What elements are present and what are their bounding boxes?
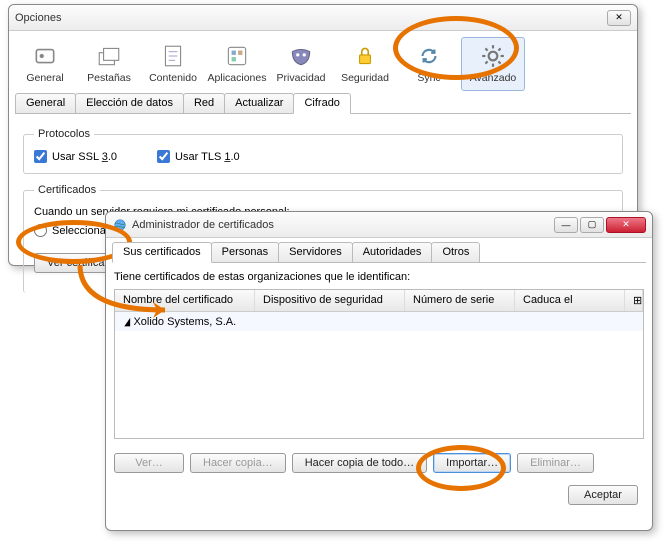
protocols-fieldset: Protocolos Usar SSL 3.0 Usar TLS 1.0 xyxy=(23,128,623,174)
toolbar-sync[interactable]: Sync xyxy=(397,37,461,91)
row-org-name: Xolido Systems, S.A. xyxy=(133,316,236,328)
toolbar-privacidad-label: Privacidad xyxy=(270,72,332,84)
checkbox-ssl-input[interactable] xyxy=(34,150,47,163)
subtab-red[interactable]: Red xyxy=(183,93,225,113)
subtab-actualizar[interactable]: Actualizar xyxy=(224,93,294,113)
switch-icon xyxy=(14,42,76,70)
toolbar-sync-label: Sync xyxy=(398,72,460,84)
accept-button[interactable]: Aceptar xyxy=(568,485,638,505)
col-name[interactable]: Nombre del certificado xyxy=(115,290,255,311)
tab-personas[interactable]: Personas xyxy=(211,242,279,262)
options-toolbar: General Pestañas Contenido Aplicaciones … xyxy=(9,31,637,91)
sync-icon xyxy=(398,42,460,70)
toolbar-avanzado-label: Avanzado xyxy=(462,72,524,84)
gear-icon xyxy=(462,42,524,70)
col-expires[interactable]: Caduca el xyxy=(515,290,625,311)
toolbar-pestanas[interactable]: Pestañas xyxy=(77,37,141,91)
toolbar-aplicaciones[interactable]: Aplicaciones xyxy=(205,37,269,91)
backup-button[interactable]: Hacer copia… xyxy=(190,453,286,473)
toolbar-seguridad-label: Seguridad xyxy=(334,72,396,84)
checkbox-tls-input[interactable] xyxy=(157,150,170,163)
tab-autoridades[interactable]: Autoridades xyxy=(352,242,433,262)
subtab-eleccion-datos[interactable]: Elección de datos xyxy=(75,93,184,113)
cert-manager-titlebar: Administrador de certificados — ▢ ✕ xyxy=(106,212,652,238)
subtab-general[interactable]: General xyxy=(15,93,76,113)
checkbox-ssl[interactable]: Usar SSL 3.0 xyxy=(34,150,117,163)
subtab-cifrado[interactable]: Cifrado xyxy=(293,93,350,114)
cert-footer: Aceptar xyxy=(106,473,652,517)
mask-icon xyxy=(270,42,332,70)
options-titlebar: Opciones ✕ xyxy=(9,5,637,31)
close-icon[interactable]: ✕ xyxy=(607,10,631,26)
options-title: Opciones xyxy=(15,12,605,24)
checkbox-tls[interactable]: Usar TLS 1.0 xyxy=(157,150,240,163)
toolbar-general[interactable]: General xyxy=(13,37,77,91)
cert-manager-window: Administrador de certificados — ▢ ✕ Sus … xyxy=(105,211,653,531)
maximize-icon[interactable]: ▢ xyxy=(580,217,604,233)
import-button[interactable]: Importar… xyxy=(433,453,511,473)
close-icon[interactable]: ✕ xyxy=(606,217,646,233)
toolbar-general-label: General xyxy=(14,72,76,84)
toolbar-seguridad[interactable]: Seguridad xyxy=(333,37,397,91)
tab-otros[interactable]: Otros xyxy=(431,242,480,262)
toolbar-privacidad[interactable]: Privacidad xyxy=(269,37,333,91)
toolbar-contenido-label: Contenido xyxy=(142,72,204,84)
col-device[interactable]: Dispositivo de seguridad xyxy=(255,290,405,311)
globe-icon xyxy=(112,218,128,232)
table-row[interactable]: ◢Xolido Systems, S.A. xyxy=(115,312,643,331)
cert-description: Tiene certificados de estas organizacion… xyxy=(114,271,644,283)
tab-sus-certificados[interactable]: Sus certificados xyxy=(112,242,212,263)
lock-icon xyxy=(334,42,396,70)
delete-button[interactable]: Eliminar… xyxy=(517,453,594,473)
expand-icon[interactable]: ◢ xyxy=(124,315,130,328)
grid-body: ◢Xolido Systems, S.A. xyxy=(115,312,643,331)
protocols-legend: Protocolos xyxy=(34,128,94,140)
cert-tabs: Sus certificados Personas Servidores Aut… xyxy=(112,242,646,263)
toolbar-avanzado[interactable]: Avanzado xyxy=(461,37,525,91)
radio-auto-input[interactable] xyxy=(34,224,47,237)
tabs-icon xyxy=(78,42,140,70)
cert-grid[interactable]: Nombre del certificado Dispositivo de se… xyxy=(114,289,644,439)
tab-servidores[interactable]: Servidores xyxy=(278,242,353,262)
document-icon xyxy=(142,42,204,70)
toolbar-pestanas-label: Pestañas xyxy=(78,72,140,84)
toolbar-aplicaciones-label: Aplicaciones xyxy=(206,72,268,84)
col-serial[interactable]: Número de serie xyxy=(405,290,515,311)
certificates-legend: Certificados xyxy=(34,184,100,196)
grid-header: Nombre del certificado Dispositivo de se… xyxy=(115,290,643,312)
advanced-subtabs: General Elección de datos Red Actualizar… xyxy=(15,93,631,114)
cert-button-row: Ver… Hacer copia… Hacer copia de todo… I… xyxy=(114,453,644,473)
toolbar-contenido[interactable]: Contenido xyxy=(141,37,205,91)
cert-manager-title: Administrador de certificados xyxy=(132,219,552,231)
backup-all-button[interactable]: Hacer copia de todo… xyxy=(292,453,427,473)
apps-icon xyxy=(206,42,268,70)
view-button[interactable]: Ver… xyxy=(114,453,184,473)
column-picker-icon[interactable]: ⊞ xyxy=(625,290,643,311)
minimize-icon[interactable]: — xyxy=(554,217,578,233)
